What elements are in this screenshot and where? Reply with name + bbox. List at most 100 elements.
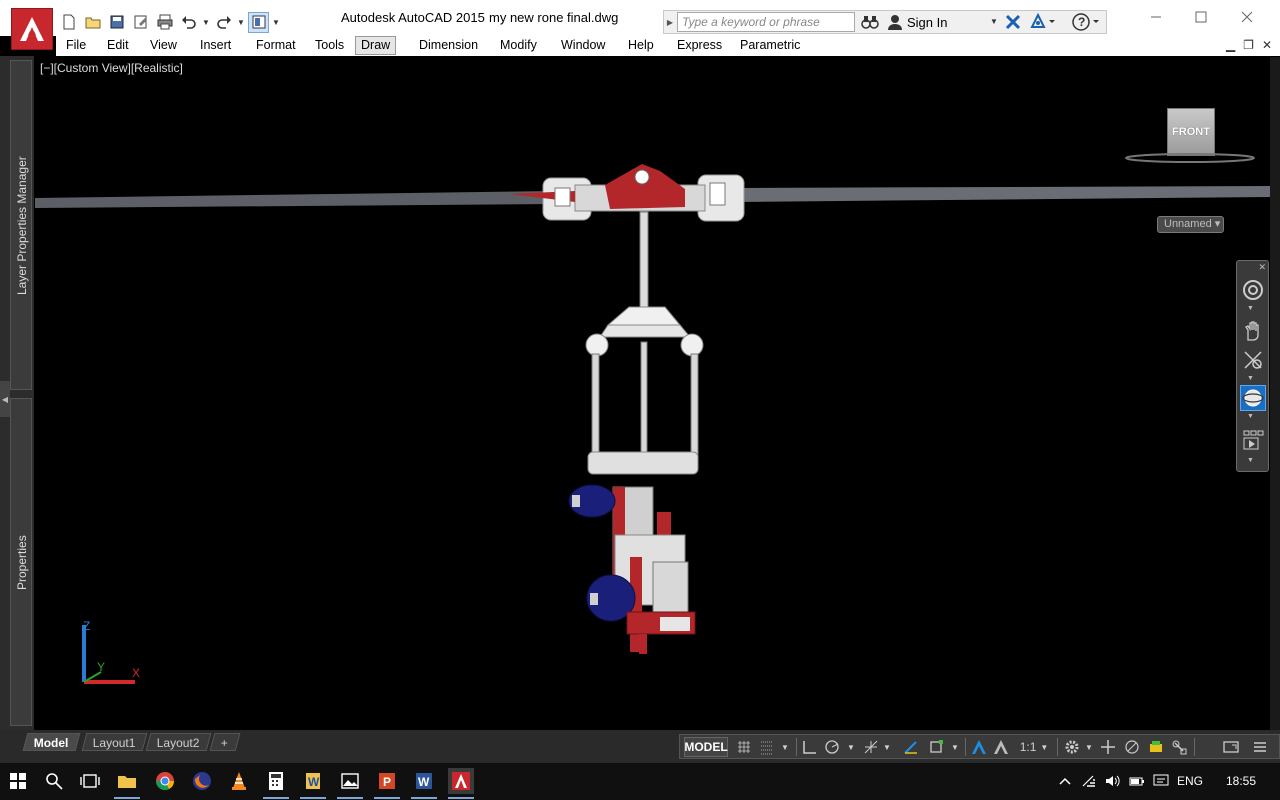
snap-dropdown[interactable]: ▼ bbox=[780, 737, 790, 757]
add-layout-button[interactable]: + bbox=[209, 733, 241, 751]
file-explorer-taskbar[interactable] bbox=[114, 768, 140, 799]
powerpoint-taskbar[interactable]: P bbox=[374, 768, 400, 799]
orbit-dropdown[interactable]: ▼ bbox=[1247, 413, 1254, 420]
menu-help[interactable]: Help bbox=[623, 36, 659, 55]
polar-button[interactable] bbox=[823, 737, 841, 757]
workspace-button[interactable] bbox=[248, 11, 269, 33]
photos-taskbar[interactable] bbox=[337, 768, 363, 799]
properties-palette-tab[interactable]: Properties bbox=[10, 398, 32, 726]
customization-menu-button[interactable] bbox=[1250, 737, 1270, 757]
menu-window[interactable]: Window bbox=[556, 36, 610, 55]
autodesk-exchange-icon[interactable] bbox=[1004, 13, 1022, 31]
zoom-dropdown[interactable]: ▼ bbox=[1247, 375, 1254, 382]
battery-icon[interactable] bbox=[1129, 774, 1145, 791]
steering-wheel-dropdown[interactable]: ▼ bbox=[1247, 305, 1254, 312]
menu-view[interactable]: View bbox=[145, 36, 182, 55]
annotation-scale-button[interactable]: 1:1 ▼ bbox=[1016, 737, 1052, 757]
showmotion-dropdown[interactable]: ▼ bbox=[1247, 457, 1254, 464]
clean-screen-toggle[interactable] bbox=[1170, 737, 1188, 757]
menu-file[interactable]: File bbox=[61, 36, 91, 55]
application-menu-button[interactable] bbox=[11, 8, 53, 50]
firefox-taskbar[interactable] bbox=[189, 768, 215, 794]
menu-draw[interactable]: Draw bbox=[355, 36, 397, 55]
ucs-menu-button[interactable]: Unnamed ▾ bbox=[1157, 216, 1224, 233]
menu-dimension[interactable]: Dimension bbox=[414, 36, 483, 55]
task-view-button[interactable] bbox=[77, 768, 103, 794]
close-button[interactable] bbox=[1232, 6, 1262, 28]
annotation-monitor-button[interactable] bbox=[1099, 737, 1117, 757]
ortho-button[interactable] bbox=[800, 737, 818, 757]
layer-properties-palette-tab[interactable]: Layer Properties Manager bbox=[10, 60, 32, 390]
search-input[interactable]: Type a keyword or phrase bbox=[677, 12, 855, 32]
chrome-taskbar[interactable] bbox=[152, 768, 178, 794]
autocad-taskbar[interactable] bbox=[448, 768, 474, 799]
doc-restore-icon[interactable]: ❐ bbox=[1243, 38, 1254, 52]
steering-wheel-button[interactable] bbox=[1240, 277, 1266, 303]
viewcube-compass-ring[interactable] bbox=[1123, 153, 1257, 163]
user-icon[interactable] bbox=[886, 13, 904, 31]
wordpad-taskbar[interactable]: W bbox=[300, 768, 326, 799]
tab-layout1[interactable]: Layout1 bbox=[81, 733, 148, 751]
redo-dropdown[interactable]: ▼ bbox=[237, 12, 245, 33]
annotation-visibility-button[interactable] bbox=[970, 737, 988, 757]
save-button[interactable] bbox=[106, 12, 127, 33]
menu-insert[interactable]: Insert bbox=[195, 36, 236, 55]
start-button[interactable] bbox=[5, 768, 31, 794]
object-snap-tracking-button[interactable] bbox=[902, 737, 920, 757]
doc-close-icon[interactable]: ✕ bbox=[1262, 38, 1272, 52]
menu-format[interactable]: Format bbox=[251, 36, 301, 55]
save-as-button[interactable] bbox=[130, 12, 151, 33]
new-button[interactable] bbox=[58, 12, 79, 33]
viewcube-front-face[interactable]: FRONT bbox=[1167, 108, 1215, 156]
viewport-controls-label[interactable]: [−][Custom View][Realistic] bbox=[40, 61, 183, 75]
pan-button[interactable] bbox=[1240, 318, 1266, 344]
vlc-taskbar[interactable] bbox=[226, 768, 252, 794]
object-snap-dropdown[interactable]: ▼ bbox=[950, 737, 960, 757]
viewport-vertical-scrollbar[interactable] bbox=[1270, 57, 1280, 730]
snap-button[interactable] bbox=[758, 737, 776, 757]
minimize-button[interactable] bbox=[1141, 6, 1171, 28]
fullscreen-button[interactable] bbox=[1222, 737, 1240, 757]
workspace-dropdown[interactable]: ▼ bbox=[1084, 737, 1094, 757]
model-space-button[interactable]: MODEL bbox=[684, 737, 728, 757]
orbit-button[interactable] bbox=[1240, 385, 1266, 411]
customize-qat-dropdown[interactable]: ▼ bbox=[272, 12, 280, 33]
search-button[interactable] bbox=[41, 768, 67, 794]
tab-model[interactable]: Model bbox=[22, 733, 81, 751]
palette-collapse-button[interactable]: ◀ bbox=[0, 381, 10, 417]
menu-tools[interactable]: Tools bbox=[310, 36, 349, 55]
menu-edit[interactable]: Edit bbox=[102, 36, 134, 55]
isodraft-button[interactable] bbox=[862, 737, 880, 757]
action-center-icon[interactable] bbox=[1153, 774, 1169, 791]
workspace-switch-button[interactable] bbox=[1063, 737, 1081, 757]
object-snap-button[interactable] bbox=[927, 737, 945, 757]
grid-button[interactable] bbox=[735, 737, 753, 757]
auto-scale-button[interactable] bbox=[992, 737, 1010, 757]
volume-icon[interactable] bbox=[1105, 774, 1121, 791]
menu-express[interactable]: Express bbox=[672, 36, 727, 55]
isolate-objects-button[interactable] bbox=[1123, 737, 1141, 757]
plot-button[interactable] bbox=[154, 12, 175, 33]
polar-dropdown[interactable]: ▼ bbox=[846, 737, 856, 757]
help-icon[interactable]: ? bbox=[1072, 13, 1102, 31]
show-hidden-icons-button[interactable] bbox=[1058, 774, 1072, 791]
maximize-button[interactable] bbox=[1186, 6, 1216, 28]
navbar-close-icon[interactable]: ✕ bbox=[1258, 262, 1266, 273]
search-toggle[interactable]: ▶ bbox=[664, 11, 676, 33]
network-icon[interactable] bbox=[1081, 774, 1097, 791]
isodraft-dropdown[interactable]: ▼ bbox=[882, 737, 892, 757]
sign-in-dropdown[interactable]: ▼ bbox=[990, 17, 998, 26]
redo-button[interactable] bbox=[213, 12, 234, 33]
tab-layout2[interactable]: Layout2 bbox=[145, 733, 212, 751]
doc-minimize-icon[interactable]: ▁ bbox=[1226, 38, 1235, 52]
open-button[interactable] bbox=[82, 12, 103, 33]
menu-modify[interactable]: Modify bbox=[495, 36, 542, 55]
undo-dropdown[interactable]: ▼ bbox=[202, 12, 210, 33]
undo-button[interactable] bbox=[178, 12, 199, 33]
showmotion-button[interactable] bbox=[1240, 427, 1266, 453]
model-viewport[interactable]: [−][Custom View][Realistic] FRONT Unname… bbox=[35, 57, 1270, 730]
menu-parametric[interactable]: Parametric bbox=[735, 36, 805, 55]
zoom-extents-button[interactable] bbox=[1240, 347, 1266, 373]
binoculars-icon[interactable] bbox=[861, 14, 879, 30]
clock[interactable]: 18:55 bbox=[1226, 774, 1256, 788]
